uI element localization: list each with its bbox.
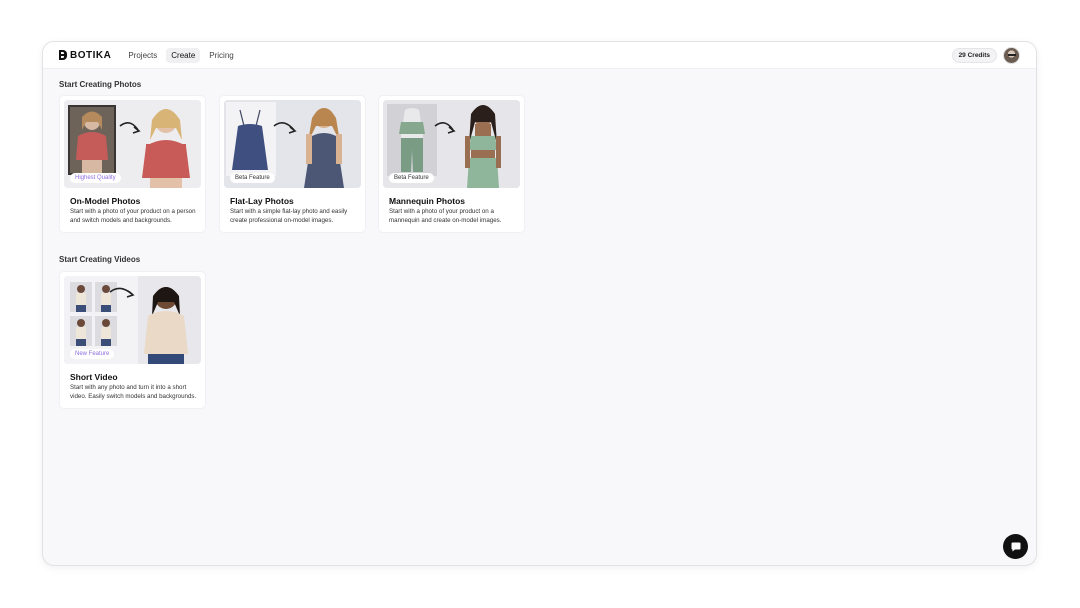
chat-bubble-icon [1011, 542, 1020, 551]
on-model-preview-image: Highest Quality [64, 100, 201, 188]
card-on-model-photos[interactable]: Highest Quality On-Model Photos Start wi… [60, 96, 205, 232]
photos-section-title: Start Creating Photos [59, 80, 142, 89]
videos-section-title: Start Creating Videos [59, 255, 141, 264]
top-navigation-bar: BOTIKA Projects Create Pricing 29 Credit… [43, 42, 1036, 69]
app-window: BOTIKA Projects Create Pricing 29 Credit… [42, 41, 1037, 566]
card-short-video[interactable]: New Feature Short Video Start with any p… [60, 272, 205, 408]
badge-new-feature: New Feature [70, 349, 115, 359]
nav-projects[interactable]: Projects [123, 48, 162, 63]
nav-pricing[interactable]: Pricing [204, 48, 238, 63]
botika-logo[interactable]: BOTIKA [59, 50, 111, 61]
chat-support-button[interactable] [1003, 534, 1028, 559]
card-title: Mannequin Photos [389, 196, 466, 206]
card-title: On-Model Photos [70, 196, 141, 206]
badge-beta-feature: Beta Feature [230, 173, 275, 183]
card-title: Flat-Lay Photos [230, 196, 294, 206]
credits-badge[interactable]: 29 Credits [951, 47, 997, 63]
flat-lay-preview-image: Beta Feature [224, 100, 361, 188]
nav-create[interactable]: Create [166, 47, 201, 63]
card-description: Start with a photo of your product on a … [70, 208, 196, 224]
card-description: Start with a simple flat-lay photo and e… [230, 208, 348, 224]
badge-highest-quality: Highest Quality [70, 173, 121, 183]
badge-beta-feature: Beta Feature [389, 173, 434, 183]
topbar-right: 29 Credits [951, 46, 1020, 64]
user-avatar[interactable] [1003, 46, 1020, 64]
short-video-preview-image: New Feature [64, 276, 201, 364]
card-description: Start with any photo and turn it into a … [70, 384, 197, 400]
card-title: Short Video [70, 372, 118, 382]
card-flat-lay-photos[interactable]: Beta Feature Flat-Lay Photos Start with … [220, 96, 365, 232]
logo-text: BOTIKA [70, 49, 112, 61]
card-mannequin-photos[interactable]: Beta Feature Mannequin Photos Start with… [379, 96, 524, 232]
mannequin-preview-image: Beta Feature [383, 100, 520, 188]
main-nav: Projects Create Pricing [123, 47, 238, 63]
botika-logo-icon [59, 50, 67, 60]
card-description: Start with a photo of your product on a … [389, 208, 502, 224]
